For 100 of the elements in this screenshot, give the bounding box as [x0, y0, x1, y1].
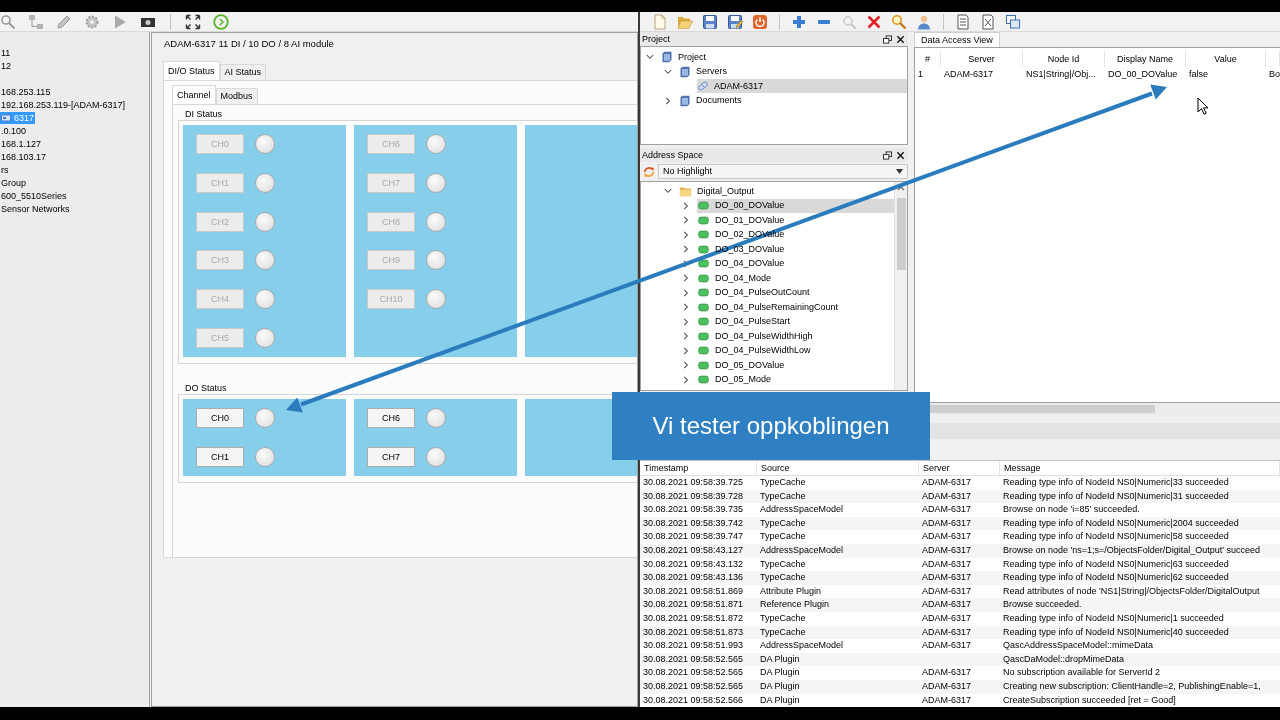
dropdown-caret-icon[interactable] — [896, 169, 903, 174]
column-header[interactable]: Timestamp — [640, 461, 757, 476]
float-icon[interactable] — [883, 150, 892, 160]
tree-item[interactable]: 12 — [0, 59, 12, 72]
log-row[interactable]: 30.08.2021 09:58:39.728 TypeCache ADAM-6317 Reading type info of NodeId NS0|Numeric|31 succeeded — [640, 489, 1280, 504]
column-header[interactable]: Display Name — [1105, 51, 1186, 67]
tree-item[interactable]: DO_04_PulseOutCount — [697, 285, 894, 300]
column-header[interactable]: Source — [757, 461, 919, 476]
log-row[interactable]: 30.08.2021 09:58:51.871 Reference Plugin ADAM-6317 Browse succeeded. — [640, 598, 1280, 612]
tab[interactable]: Data Access View — [914, 32, 1000, 47]
user-icon[interactable] — [916, 13, 932, 30]
log-row[interactable]: 30.08.2021 09:58:52.565 DA Plugin ADAM-6317 No subscription available for ServerId 2 — [640, 666, 1280, 680]
log-row[interactable]: 30.08.2021 09:58:52.565 DA Plugin QascDaModel::dropMimeData — [640, 652, 1280, 667]
chevron-right-icon[interactable] — [682, 375, 690, 384]
tree-item[interactable]: 192.168.253.119-[ADAM-6317] — [0, 98, 126, 111]
tree-item[interactable]: rs — [0, 163, 10, 176]
tab[interactable]: Modbus — [215, 88, 258, 104]
chevron-right-icon[interactable] — [682, 303, 690, 312]
column-header[interactable]: Server — [941, 51, 1023, 67]
tree-item[interactable]: DO_04_DOValue — [697, 256, 894, 271]
scroll-up-icon[interactable] — [897, 185, 905, 191]
log-row[interactable]: 30.08.2021 09:58:39.725 TypeCache ADAM-6317 Reading type info of NodeId NS0|Numeric|33 succeeded — [640, 476, 1280, 490]
column-header[interactable]: Node Id — [1023, 51, 1105, 67]
close-icon[interactable] — [896, 34, 905, 44]
column-header[interactable]: Server — [919, 461, 1000, 476]
vertical-scrollbar[interactable] — [894, 182, 907, 390]
chevron-right-icon[interactable] — [682, 274, 690, 283]
power-icon[interactable] — [752, 13, 768, 30]
chevron-right-icon[interactable] — [682, 346, 690, 355]
tree-item[interactable]: Project — [661, 50, 907, 65]
filter-dropdown[interactable]: No Highlight — [658, 164, 908, 179]
expand-icon[interactable] — [185, 13, 201, 30]
chevron-right-icon[interactable] — [682, 332, 690, 341]
channel-button[interactable]: CH6 — [367, 408, 415, 428]
log-row[interactable]: 30.08.2021 09:58:43.136 TypeCache ADAM-6317 Reading type info of NodeId NS0|Numeric|62 succeeded — [640, 571, 1280, 585]
tree-item[interactable]: DO_04_PulseRemainingCount — [697, 300, 894, 315]
scrollbar-thumb[interactable] — [896, 198, 906, 270]
windows-icon[interactable] — [1005, 13, 1021, 30]
chevron-down-icon[interactable] — [646, 53, 654, 62]
channel-button[interactable]: CH7 — [367, 446, 415, 467]
log-row[interactable]: 30.08.2021 09:58:43.127 AddressSpaceModel ADAM-6317 Browse on node 'ns=1;s=/ObjectsFolder/Digital_Output' succeed — [640, 543, 1280, 558]
tree-item[interactable]: DO_04_Mode — [697, 271, 894, 286]
tree-item[interactable]: DO_05_Mode — [697, 372, 894, 387]
tree-item[interactable]: DO_04_PulseWidthLow — [697, 343, 894, 358]
tree-item[interactable]: 168.1.127 — [0, 137, 43, 150]
close-icon[interactable] — [896, 150, 905, 160]
tab[interactable]: Channel — [172, 85, 216, 104]
log-row[interactable]: 30.08.2021 09:58:52.566 DA Plugin ADAM-6317 CreateSubscription succeeded [ret = Good] — [640, 693, 1280, 707]
log-row[interactable]: 30.08.2021 09:58:51.993 AddressSpaceModel ADAM-6317 QascAddressSpaceModel::mimeData — [640, 639, 1280, 653]
log-row[interactable]: 30.08.2021 09:58:39.735 AddressSpaceModel ADAM-6317 Browse on node 'i=85' succeeded. — [640, 503, 1280, 517]
log-row[interactable]: 30.08.2021 09:58:39.742 TypeCache ADAM-6317 Reading type info of NodeId NS0|Numeric|2004 succeeded — [640, 516, 1280, 531]
tree-item[interactable]: Documents — [679, 93, 907, 108]
chevron-right-icon[interactable] — [682, 216, 690, 225]
refresh-icon[interactable] — [643, 165, 655, 178]
tree-item[interactable]: ADAM-6317 — [697, 79, 907, 94]
log-row[interactable]: 30.08.2021 09:58:39.747 TypeCache ADAM-6317 Reading type info of NodeId NS0|Numeric|58 succeeded — [640, 530, 1280, 544]
tree-item[interactable]: DO_04_PulseStart — [697, 314, 894, 329]
log-row[interactable]: 30.08.2021 09:58:51.873 TypeCache ADAM-6317 Reading type info of NodeId NS0|Numeric|40 succeeded — [640, 625, 1280, 640]
tree-item[interactable]: 168.103.17 — [0, 150, 48, 163]
tree-item[interactable]: 168.253.115 — [0, 85, 52, 98]
column-header[interactable]: Value — [1186, 51, 1266, 67]
tab[interactable]: DI/O Status — [163, 61, 220, 80]
x-mark-icon[interactable] — [866, 13, 882, 30]
tree-item[interactable]: DO_01_DOValue — [697, 213, 894, 228]
log-row[interactable]: 30.08.2021 09:58:43.132 TypeCache ADAM-6317 Reading type info of NodeId NS0|Numeric|63 succeeded — [640, 557, 1280, 572]
chevron-right-icon[interactable] — [682, 245, 690, 254]
chevron-right-icon[interactable] — [682, 317, 690, 326]
float-icon[interactable] — [883, 34, 892, 44]
chevron-right-icon[interactable] — [664, 96, 672, 105]
tree-item[interactable]: DO_05_DOValue — [697, 358, 894, 373]
tree-item[interactable]: 600_5510Series — [0, 189, 68, 202]
log-row[interactable]: 30.08.2021 09:58:51.869 Attribute Plugin ADAM-6317 Read attributes of node 'NS1|String|/ObjectsFolder/DigitalOutput — [640, 584, 1280, 599]
tree-item[interactable]: .0.100 — [0, 124, 28, 137]
log-row[interactable]: 30.08.2021 09:58:51.872 TypeCache ADAM-6317 Reading type info of NodeId NS0|Numeric|1 succeeded — [640, 611, 1280, 626]
tree-item[interactable]: Digital_Output — [679, 184, 894, 199]
tree-item[interactable]: DO_00_DOValue — [697, 198, 894, 213]
tree-item[interactable]: 11 — [0, 46, 12, 59]
column-header[interactable]: # — [915, 51, 941, 67]
log-row[interactable]: 30.08.2021 09:58:52.565 DA Plugin ADAM-6317 Creating new subscription: ClientHandle=2, PublishingEnable=1, — [640, 679, 1280, 694]
tree-item[interactable]: Servers — [679, 64, 907, 79]
tree-item[interactable]: Group — [0, 176, 27, 189]
plus-icon[interactable] — [791, 13, 807, 30]
chevron-down-icon[interactable] — [664, 67, 672, 76]
chevron-right-icon[interactable] — [682, 230, 690, 239]
save-icon[interactable] — [702, 13, 718, 30]
tab[interactable]: AI Status — [219, 64, 267, 80]
floppy-pencil-icon[interactable] — [727, 13, 743, 30]
scrollbar-thumb[interactable] — [930, 405, 1155, 413]
column-header[interactable]: Message — [1000, 461, 1280, 476]
chevron-right-icon[interactable] — [682, 201, 690, 210]
channel-button[interactable]: CH0 — [196, 408, 244, 428]
document-x-icon[interactable] — [980, 13, 996, 30]
channel-button[interactable]: CH1 — [196, 446, 244, 467]
tree-item[interactable]: Sensor Networks — [0, 202, 71, 215]
chevron-down-icon[interactable] — [664, 187, 672, 196]
tree-item[interactable]: DO_04_PulseWidthHigh — [697, 329, 894, 344]
chevron-right-icon[interactable] — [682, 288, 690, 297]
chevron-right-icon[interactable] — [682, 361, 690, 370]
pen-icon[interactable] — [56, 13, 72, 30]
horizontal-scrollbar[interactable] — [930, 403, 1280, 415]
